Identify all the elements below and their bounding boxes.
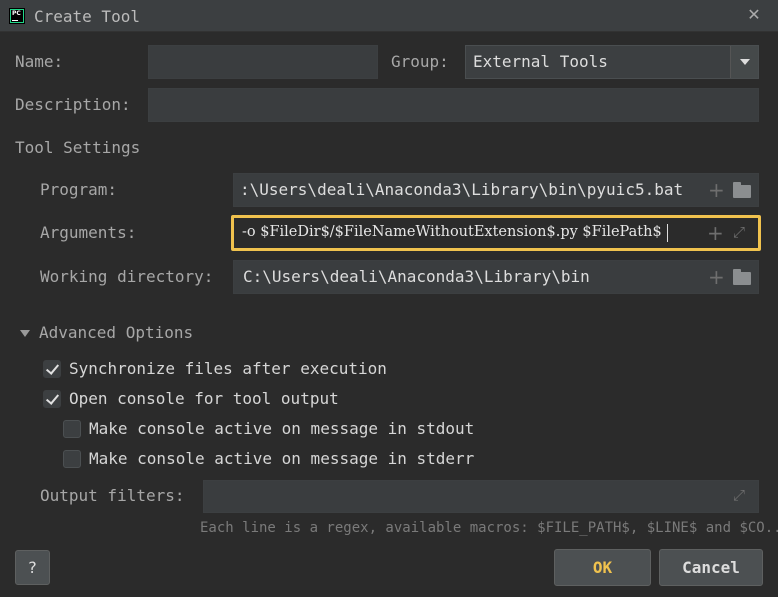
insert-macro-plus-icon[interactable]: +	[708, 180, 725, 200]
program-input-value: :\Users\deali\Anaconda3\Library\bin\pyui…	[240, 180, 684, 199]
expand-icon[interactable]: ⤢	[733, 486, 745, 504]
text-caret	[667, 224, 668, 242]
name-label: Name:	[15, 52, 64, 71]
group-combobox[interactable]: External Tools	[465, 45, 759, 79]
tool-settings-heading: Tool Settings	[15, 138, 141, 157]
group-dropdown-button[interactable]	[730, 46, 758, 78]
program-input[interactable]: :\Users\deali\Anaconda3\Library\bin\pyui…	[233, 173, 759, 207]
program-label: Program:	[40, 180, 118, 199]
window-title: Create Tool	[34, 7, 140, 26]
browse-folder-icon[interactable]	[733, 182, 751, 198]
insert-macro-plus-icon[interactable]: +	[708, 267, 725, 287]
description-input[interactable]	[148, 88, 759, 122]
console-active-stderr-label[interactable]: Make console active on message in stderr	[89, 449, 474, 468]
expanded-triangle-icon[interactable]	[20, 330, 30, 337]
synchronize-files-checkbox[interactable]	[43, 360, 61, 378]
arguments-label: Arguments:	[40, 223, 137, 242]
browse-folder-icon[interactable]	[733, 269, 751, 285]
output-filters-label: Output filters:	[40, 486, 185, 505]
output-filters-input[interactable]: ⤢	[203, 480, 759, 513]
expand-icon[interactable]: ⤢	[733, 223, 745, 241]
working-directory-label: Working directory:	[40, 267, 214, 286]
group-combobox-value: External Tools	[473, 52, 608, 71]
arguments-input[interactable]: -o $FileDir$/$FileNameWithoutExtension$.…	[231, 215, 761, 251]
help-button[interactable]: ?	[15, 550, 50, 585]
ok-button[interactable]: OK	[554, 549, 651, 586]
chevron-down-icon	[740, 59, 750, 65]
console-active-stdout-label[interactable]: Make console active on message in stdout	[89, 419, 474, 438]
description-label: Description:	[15, 95, 131, 114]
close-icon[interactable]: ✕	[744, 5, 764, 25]
output-filters-hint: Each line is a regex, available macros: …	[200, 520, 778, 536]
synchronize-files-label[interactable]: Synchronize files after execution	[69, 359, 387, 378]
console-active-stderr-checkbox[interactable]	[63, 450, 81, 468]
arguments-input-value: -o $FileDir$/$FileNameWithoutExtension$.…	[242, 224, 662, 240]
working-directory-value: C:\Users\deali\Anaconda3\Library\bin	[243, 267, 590, 286]
group-label: Group:	[391, 52, 449, 71]
pycharm-app-icon: PC	[9, 8, 25, 24]
working-directory-input[interactable]: C:\Users\deali\Anaconda3\Library\bin +	[233, 260, 759, 294]
advanced-options-heading[interactable]: Advanced Options	[39, 323, 193, 342]
console-active-stdout-checkbox[interactable]	[63, 420, 81, 438]
insert-macro-plus-icon[interactable]: +	[707, 223, 724, 243]
cancel-button[interactable]: Cancel	[659, 549, 763, 586]
name-input[interactable]	[148, 45, 378, 79]
app-icon-bar	[12, 20, 18, 21]
open-console-checkbox[interactable]	[43, 390, 61, 408]
open-console-label[interactable]: Open console for tool output	[69, 389, 339, 408]
